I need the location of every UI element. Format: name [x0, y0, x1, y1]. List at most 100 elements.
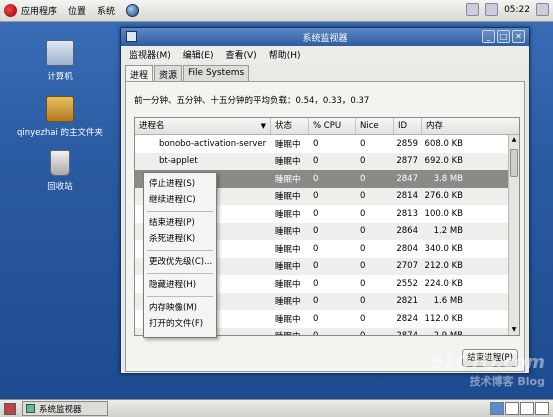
column-header-memory[interactable]: 内存: [422, 118, 467, 134]
update-icon[interactable]: [536, 3, 549, 16]
process-cpu-cell: 0: [313, 208, 319, 219]
process-memory-cell: 3.8 MB: [433, 173, 463, 184]
process-nice-cell: 0: [360, 191, 366, 202]
process-name-cell: bt-applet: [159, 156, 198, 167]
scrollbar-thumb[interactable]: [510, 149, 518, 177]
scroll-down-icon[interactable]: ▼: [509, 325, 519, 335]
computer-icon: [46, 40, 74, 66]
process-cpu-cell: 0: [313, 226, 319, 237]
process-nice-cell: 0: [360, 261, 366, 272]
sort-down-icon: ▼: [260, 122, 266, 130]
process-memory-cell: 340.0 KB: [424, 243, 463, 254]
menu-item-memory-maps[interactable]: 内存映像(M): [144, 300, 216, 316]
column-header-nice[interactable]: Nice: [356, 118, 394, 134]
process-id-cell: 2877: [396, 156, 418, 167]
desktop-icon-trash[interactable]: 回收站: [5, 150, 115, 192]
web-browser-icon[interactable]: [126, 4, 140, 17]
process-memory-cell: 608.0 KB: [424, 138, 463, 149]
process-status-cell: 睡眠中: [275, 227, 301, 238]
desktop-icon-home[interactable]: qinyezhai 的主文件夹: [5, 96, 115, 138]
menu-item-stop-process[interactable]: 停止进程(S): [144, 176, 216, 192]
process-status-cell: 睡眠中: [275, 192, 301, 203]
process-nice-cell: 0: [360, 208, 366, 219]
system-monitor-icon: [26, 404, 35, 413]
system-monitor-icon[interactable]: [126, 31, 137, 42]
process-memory-cell: 276.0 KB: [424, 191, 463, 202]
menu-places[interactable]: 位置: [68, 4, 86, 17]
maximize-button[interactable]: □: [497, 30, 510, 43]
process-cpu-cell: 0: [313, 138, 319, 149]
desktop-icon-label: qinyezhai 的主文件夹: [16, 128, 104, 138]
process-nice-cell: 0: [360, 313, 366, 324]
menu-separator: [147, 273, 213, 274]
process-status-cell: 睡眠中: [271, 330, 309, 335]
process-id-cell: 2859: [396, 138, 418, 149]
network-icon[interactable]: [466, 3, 480, 16]
tab-file-systems[interactable]: File Systems: [183, 65, 250, 81]
workspace-1[interactable]: [490, 402, 504, 415]
process-status-cell: 睡眠中: [275, 174, 301, 185]
menu-item-end-process[interactable]: 结束进程(P): [144, 215, 216, 231]
menu-edit[interactable]: 编辑(E): [183, 48, 214, 61]
menu-separator: [147, 211, 213, 212]
menu-help[interactable]: 帮助(H): [269, 48, 301, 61]
menu-item-open-files[interactable]: 打开的文件(F): [144, 316, 216, 332]
minimize-button[interactable]: _: [482, 30, 495, 43]
bottom-taskbar: 系统监视器: [0, 399, 553, 417]
menu-item-kill-process[interactable]: 杀死进程(K): [144, 231, 216, 247]
column-header-name[interactable]: 进程名 ▼: [135, 118, 271, 134]
menubar: 监视器(M) 编辑(E) 查看(V) 帮助(H): [121, 46, 529, 63]
load-average: 前一分钟、五分钟、十五分钟的平均负载：0.54，0.33，0.37: [134, 96, 370, 106]
column-header-id[interactable]: ID: [394, 118, 422, 134]
clock[interactable]: 05:22: [504, 5, 530, 15]
watermark: 51CTO.com 技术博客 Blog: [431, 352, 545, 389]
workspace-2[interactable]: [505, 402, 519, 415]
menu-item-continue-process[interactable]: 继续进程(C): [144, 192, 216, 208]
process-memory-cell: 692.0 KB: [424, 156, 463, 167]
process-id-cell: 2814: [396, 191, 418, 202]
process-memory-cell: 224.0 KB: [424, 278, 463, 289]
workspace-4[interactable]: [535, 402, 549, 415]
menu-view[interactable]: 查看(V): [226, 48, 257, 61]
process-id-cell: 2874: [394, 331, 422, 335]
show-desktop-icon[interactable]: [4, 402, 16, 415]
desktop-icon-label: 计算机: [47, 72, 73, 82]
process-memory-cell: 1.6 MB: [433, 296, 463, 307]
menu-separator: [147, 296, 213, 297]
column-header-cpu[interactable]: % CPU: [309, 118, 356, 134]
process-nice-cell: 0: [360, 138, 366, 149]
process-memory-cell: 1.2 MB: [433, 226, 463, 237]
taskbar-window-button[interactable]: 系统监视器: [22, 401, 108, 416]
tab-resources[interactable]: 资源: [154, 65, 183, 81]
desktop-icon-computer[interactable]: 计算机: [5, 40, 115, 82]
process-cpu-cell: 0: [313, 296, 319, 307]
menu-item-change-priority[interactable]: 更改优先级(C)...: [144, 254, 216, 270]
table-row[interactable]: bonobo-activation-server 睡眠中 0 0 2859 608.0 K…: [135, 135, 519, 153]
close-button[interactable]: ✕: [512, 30, 525, 43]
process-cpu-cell: 0: [313, 261, 319, 272]
process-id-cell: 2864: [396, 226, 418, 237]
tab-processes[interactable]: 进程: [125, 65, 154, 82]
process-cpu-cell: 0: [313, 278, 319, 289]
volume-icon[interactable]: [485, 3, 499, 16]
process-nice-cell: 0: [360, 173, 366, 184]
process-cpu-cell: 0: [313, 156, 319, 167]
table-row[interactable]: bt-applet 睡眠中 0 0 2877 692.0 KB: [135, 152, 519, 170]
menu-monitor[interactable]: 监视器(M): [129, 48, 171, 61]
home-folder-icon: [46, 96, 74, 122]
redhat-logo-icon[interactable]: [4, 4, 17, 17]
process-nice-cell: 0: [360, 243, 366, 254]
workspace-3[interactable]: [520, 402, 534, 415]
process-nice-cell: 0: [360, 226, 366, 237]
menu-applications[interactable]: 应用程序: [21, 4, 57, 17]
column-header-status[interactable]: 状态: [271, 118, 309, 134]
process-cpu-cell: 0: [309, 331, 356, 335]
window-titlebar[interactable]: 系统监视器 _ □ ✕: [121, 28, 529, 46]
menu-item-hide-process[interactable]: 隐藏进程(H): [144, 277, 216, 293]
scroll-up-icon[interactable]: ▲: [509, 135, 519, 145]
process-status-cell: 睡眠中: [275, 157, 301, 168]
process-status-cell: 睡眠中: [275, 262, 301, 273]
vertical-scrollbar[interactable]: ▲ ▼: [508, 135, 519, 335]
desktop-icon-label: 回收站: [47, 182, 73, 192]
menu-system[interactable]: 系统: [97, 4, 115, 17]
